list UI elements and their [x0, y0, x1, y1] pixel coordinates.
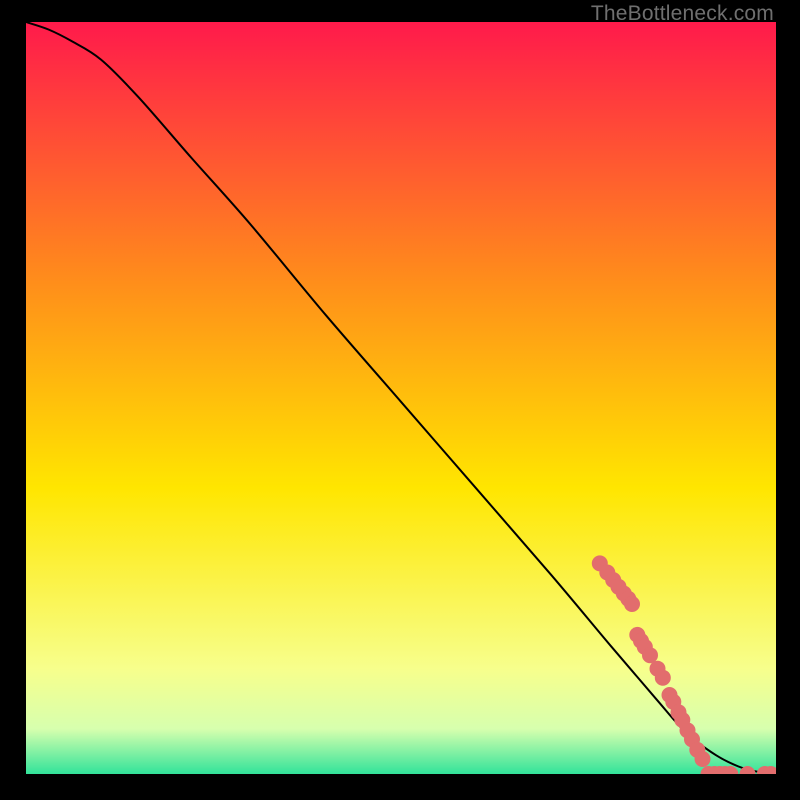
- chart-marker: [695, 751, 711, 767]
- chart-marker: [655, 670, 671, 686]
- chart-background: [26, 22, 776, 774]
- chart-svg: [26, 22, 776, 774]
- chart-frame: [26, 22, 776, 774]
- chart-marker: [642, 647, 658, 663]
- chart-marker: [624, 596, 640, 612]
